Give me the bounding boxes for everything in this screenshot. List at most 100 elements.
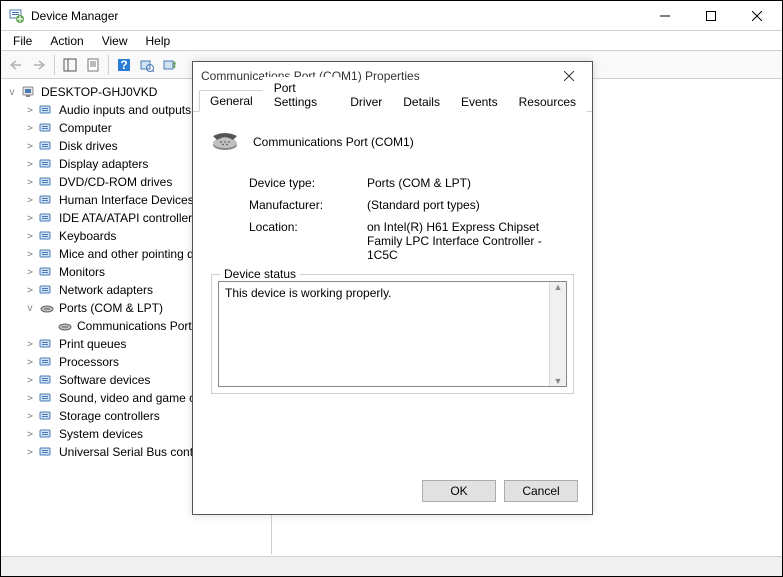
device-icon xyxy=(39,372,55,388)
device-icon xyxy=(39,174,55,190)
expand-icon[interactable]: > xyxy=(23,445,37,459)
expand-icon[interactable]: > xyxy=(23,391,37,405)
device-icon xyxy=(39,444,55,460)
tree-node-label: System devices xyxy=(57,426,145,442)
device-icon xyxy=(39,336,55,352)
update-driver-button[interactable] xyxy=(159,54,181,76)
row-location: Location: on Intel(R) H61 Express Chipse… xyxy=(249,220,574,262)
row-manufacturer: Manufacturer: (Standard port types) xyxy=(249,198,574,212)
expand-icon[interactable]: > xyxy=(23,121,37,135)
tab-resources[interactable]: Resources xyxy=(508,91,587,112)
device-icon xyxy=(39,156,55,172)
tab-port-settings[interactable]: Port Settings xyxy=(263,77,341,112)
menubar: File Action View Help xyxy=(1,31,782,51)
tree-node-label: Ports (COM & LPT) xyxy=(57,300,165,316)
expand-icon[interactable]: > xyxy=(23,373,37,387)
scroll-up-icon[interactable]: ▲ xyxy=(554,282,563,292)
device-status-textbox[interactable]: This device is working properly. ▲ ▼ xyxy=(218,281,567,387)
expand-icon[interactable]: v xyxy=(23,301,37,315)
tree-node-label: Display adapters xyxy=(57,156,150,172)
device-status-legend: Device status xyxy=(220,267,300,281)
toolbar-separator xyxy=(108,55,109,75)
tree-node-label: Storage controllers xyxy=(57,408,162,424)
expand-icon[interactable]: > xyxy=(23,283,37,297)
device-status-text: This device is working properly. xyxy=(225,286,392,300)
tab-driver[interactable]: Driver xyxy=(339,91,393,112)
ok-button[interactable]: OK xyxy=(422,480,496,502)
device-icon xyxy=(39,264,55,280)
dialog-buttons: OK Cancel xyxy=(422,480,578,502)
device-icon xyxy=(39,300,55,316)
status-scrollbar[interactable]: ▲ ▼ xyxy=(549,282,566,386)
window-title: Device Manager xyxy=(31,9,642,23)
app-icon xyxy=(9,8,25,24)
scan-hardware-button[interactable] xyxy=(136,54,158,76)
expand-icon[interactable]: > xyxy=(23,355,37,369)
device-header: Communications Port (COM1) xyxy=(211,126,574,158)
port-icon xyxy=(57,318,73,334)
device-icon xyxy=(39,102,55,118)
expand-icon[interactable]: > xyxy=(23,229,37,243)
port-icon xyxy=(211,126,243,158)
back-button[interactable] xyxy=(5,54,27,76)
tree-node-label: Disk drives xyxy=(57,138,120,154)
toolbar-separator xyxy=(54,55,55,75)
value-device-type: Ports (COM & LPT) xyxy=(367,176,574,190)
forward-button[interactable] xyxy=(28,54,50,76)
expand-icon[interactable]: > xyxy=(23,139,37,153)
help-button[interactable]: ? xyxy=(113,54,135,76)
tab-general[interactable]: General xyxy=(199,90,264,112)
device-name: Communications Port (COM1) xyxy=(253,135,414,149)
expand-icon[interactable]: > xyxy=(23,175,37,189)
scroll-down-icon[interactable]: ▼ xyxy=(554,376,563,386)
dialog-close-button[interactable] xyxy=(554,64,584,88)
tab-events[interactable]: Events xyxy=(450,91,509,112)
minimize-button[interactable] xyxy=(642,2,688,30)
tree-node-label: Network adapters xyxy=(57,282,155,298)
expand-icon[interactable]: > xyxy=(23,337,37,351)
expand-icon[interactable]: > xyxy=(23,247,37,261)
tab-general: Communications Port (COM1) Device type: … xyxy=(193,112,592,408)
expand-icon[interactable]: > xyxy=(23,157,37,171)
tree-node-label: Processors xyxy=(57,354,121,370)
properties-button[interactable] xyxy=(82,54,104,76)
dialog-tabs: GeneralPort SettingsDriverDetailsEventsR… xyxy=(193,90,592,112)
expand-icon[interactable]: > xyxy=(23,427,37,441)
expand-icon[interactable]: > xyxy=(23,265,37,279)
device-icon xyxy=(39,120,55,136)
computer-icon xyxy=(21,84,37,100)
menu-view[interactable]: View xyxy=(94,32,136,50)
collapse-icon[interactable]: v xyxy=(5,85,19,99)
device-icon xyxy=(39,210,55,226)
tree-node-label: Keyboards xyxy=(57,228,118,244)
tree-node-label: Software devices xyxy=(57,372,152,388)
tree-node-label: Audio inputs and outputs xyxy=(57,102,193,118)
tree-node-label: Monitors xyxy=(57,264,107,280)
dialog-title: Communications Port (COM1) Properties xyxy=(201,69,554,83)
expand-icon[interactable]: > xyxy=(23,409,37,423)
statusbar xyxy=(1,556,782,576)
dialog-titlebar[interactable]: Communications Port (COM1) Properties xyxy=(193,62,592,90)
menu-help[interactable]: Help xyxy=(138,32,179,50)
cancel-button[interactable]: Cancel xyxy=(504,480,578,502)
device-status-group: Device status This device is working pro… xyxy=(211,274,574,394)
device-icon xyxy=(39,228,55,244)
device-icon xyxy=(39,354,55,370)
expand-icon[interactable]: > xyxy=(23,193,37,207)
device-icon xyxy=(39,426,55,442)
menu-file[interactable]: File xyxy=(5,32,40,50)
titlebar: Device Manager xyxy=(1,1,782,31)
expand-icon[interactable]: > xyxy=(23,103,37,117)
tree-node-label: Computer xyxy=(57,120,114,136)
menu-action[interactable]: Action xyxy=(42,32,91,50)
maximize-button[interactable] xyxy=(688,2,734,30)
value-location: on Intel(R) H61 Express Chipset Family L… xyxy=(367,220,574,262)
show-hide-tree-button[interactable] xyxy=(59,54,81,76)
device-icon xyxy=(39,246,55,262)
close-button[interactable] xyxy=(734,2,780,30)
device-icon xyxy=(39,408,55,424)
device-icon xyxy=(39,138,55,154)
expand-icon[interactable]: > xyxy=(23,211,37,225)
device-icon xyxy=(39,192,55,208)
tab-details[interactable]: Details xyxy=(392,91,451,112)
